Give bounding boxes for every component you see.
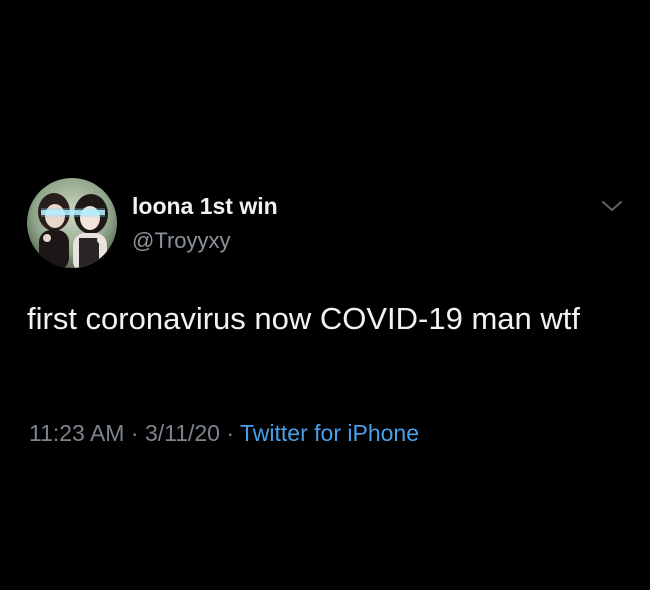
avatar[interactable] xyxy=(27,178,117,268)
tweet-date[interactable]: 3/11/20 xyxy=(145,420,220,446)
avatar-image xyxy=(27,178,117,268)
tweet-card: loona 1st win @Troyyxy first coronavirus… xyxy=(0,0,650,590)
meta-separator: · xyxy=(226,420,235,446)
chevron-down-icon[interactable] xyxy=(600,198,624,214)
tweet-meta: 11:23 AM · 3/11/20 · Twitter for iPhone xyxy=(29,420,419,447)
tweet-source-link[interactable]: Twitter for iPhone xyxy=(240,420,419,446)
tweet-time[interactable]: 11:23 AM xyxy=(29,420,124,446)
meta-separator: · xyxy=(130,420,139,446)
tweet-text: first coronavirus now COVID-19 man wtf xyxy=(27,301,581,336)
display-name[interactable]: loona 1st win xyxy=(132,193,278,220)
user-handle[interactable]: @Troyyxy xyxy=(132,228,231,254)
